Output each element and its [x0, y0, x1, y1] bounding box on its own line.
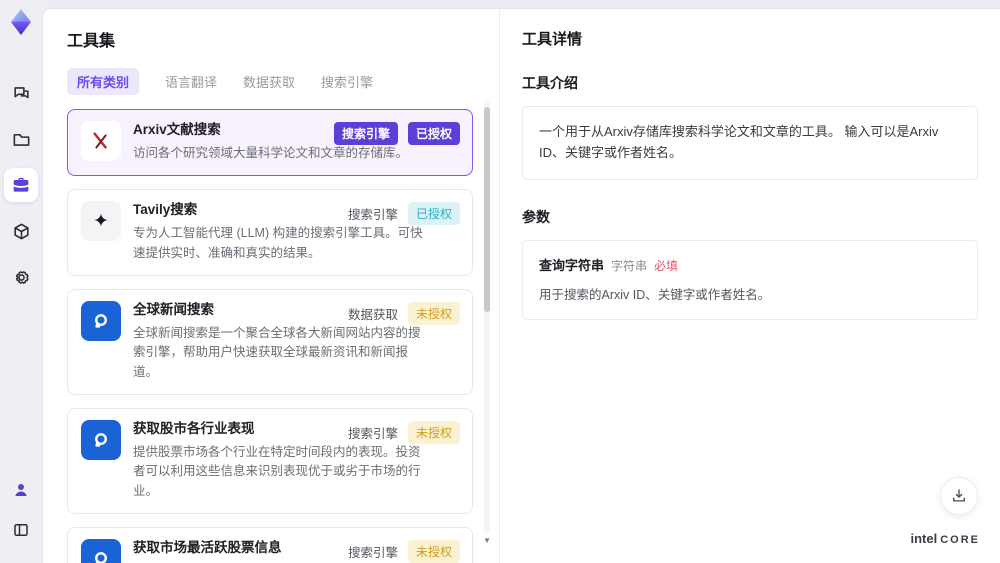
app-logo-icon [7, 8, 35, 36]
scroll-down-arrow-icon[interactable]: ▼ [483, 536, 491, 545]
collapse-sidebar-button[interactable] [4, 513, 38, 547]
auth-status-badge: 已授权 [407, 202, 460, 226]
active-stocks-logo-icon [81, 538, 121, 563]
tool-desc: 全球新闻搜索是一个聚合全球各大新闻网站内容的搜索引擎，帮助用户快速获取全球最新资… [133, 325, 421, 379]
category-label: 搜索引擎 [347, 426, 398, 441]
page-title: 工具集 [67, 33, 116, 50]
news-search-logo-icon [81, 300, 121, 341]
params-heading: 参数 [522, 208, 550, 225]
scrollbar-thumb[interactable] [484, 107, 490, 312]
param-name: 查询字符串 [539, 257, 605, 273]
category-label: 搜索引擎 [347, 208, 398, 223]
intro-heading: 工具介绍 [522, 75, 578, 91]
brand-intel: intel [910, 531, 938, 546]
toolset-panel: 工具集 所有类别 语言翻译 数据获取 搜索引擎 Arxiv文献搜索 访问各个研究… [43, 9, 499, 563]
tool-card-arxiv[interactable]: Arxiv文献搜索 访问各个研究领域大量科学论文和文章的存储库。 搜索引擎 已授… [67, 109, 473, 177]
tool-card-active-stocks[interactable]: 获取市场最活跃股票信息 提供当天交易量最高的股票列表，投资者可以利用这些信息来识… [67, 526, 473, 563]
tool-desc: 访问各个研究领域大量科学论文和文章的存储库。 [133, 145, 409, 160]
folder-icon [12, 130, 31, 149]
sidebar-item-toolset[interactable] [4, 168, 38, 202]
auth-status-badge: 未授权 [407, 539, 460, 563]
param-desc: 用于搜索的Arxiv ID、关键字或作者姓名。 [539, 287, 771, 302]
tab-all-categories[interactable]: 所有类别 [67, 68, 140, 95]
content-shell: 工具集 所有类别 语言翻译 数据获取 搜索引擎 Arxiv文献搜索 访问各个研究… [42, 8, 1000, 563]
gear-icon [12, 268, 31, 287]
tab-search-engine[interactable]: 搜索引擎 [321, 72, 373, 91]
tool-desc: 提供股票市场各个行业在特定时间段内的表现。投资者可以利用这些信息来识别表现优于或… [133, 444, 421, 498]
sidebar-item-packages[interactable] [4, 214, 38, 248]
tool-card-tavily[interactable]: ✦ Tavily搜索 专为人工智能代理 (LLM) 构建的搜索引擎工具。可快速提… [67, 189, 473, 276]
avatar-icon [12, 481, 30, 499]
account-button[interactable] [4, 473, 38, 507]
tab-data-fetch[interactable]: 数据获取 [243, 72, 295, 91]
tool-desc: 专为人工智能代理 (LLM) 构建的搜索引擎工具。可快速提供实时、准确和真实的结… [133, 226, 423, 260]
panel-layout-icon [12, 521, 30, 539]
download-icon [950, 487, 968, 505]
category-badge: 搜索引擎 [333, 122, 398, 145]
tavily-star-icon: ✦ [81, 201, 121, 242]
intro-text-box: 一个用于从Arxiv存储库搜索科学论文和文章的工具。 输入可以是Arxiv ID… [522, 106, 978, 180]
stock-sector-logo-icon [81, 419, 121, 460]
category-label: 搜索引擎 [347, 545, 398, 560]
tool-detail-panel: 工具详情 工具介绍 一个用于从Arxiv存储库搜索科学论文和文章的工具。 输入可… [500, 9, 1000, 563]
sidebar-item-chat[interactable] [4, 76, 38, 110]
tool-card-global-news[interactable]: 全球新闻搜索 全球新闻搜索是一个聚合全球各大新闻网站内容的搜索引擎，帮助用户快速… [67, 288, 473, 395]
tool-list: Arxiv文献搜索 访问各个研究领域大量科学论文和文章的存储库。 搜索引擎 已授… [67, 109, 473, 563]
auth-status-badge: 未授权 [407, 301, 460, 325]
category-label: 数据获取 [347, 307, 398, 322]
category-tabs: 所有类别 语言翻译 数据获取 搜索引擎 [67, 68, 473, 95]
brand-core: CORE [940, 534, 980, 546]
download-button[interactable] [940, 477, 978, 515]
detail-title: 工具详情 [522, 31, 583, 48]
arxiv-logo-icon [81, 121, 121, 161]
sidebar-item-settings[interactable] [4, 260, 38, 294]
left-rail [0, 0, 42, 563]
briefcase-icon [11, 175, 31, 195]
auth-status-badge: 已授权 [407, 122, 460, 145]
auth-status-badge: 未授权 [407, 420, 460, 444]
param-required-flag: 必填 [654, 258, 679, 273]
sidebar-item-files[interactable] [4, 122, 38, 156]
param-type: 字符串 [611, 258, 648, 273]
param-card: 查询字符串 字符串 必填 用于搜索的Arxiv ID、关键字或作者姓名。 [522, 239, 978, 320]
intel-core-logo: intel CORE [910, 531, 980, 547]
cube-icon [12, 222, 31, 241]
tool-card-sector-performance[interactable]: 获取股市各行业表现 提供股票市场各个行业在特定时间段内的表现。投资者可以利用这些… [67, 407, 473, 514]
chat-icon [12, 84, 31, 103]
list-scrollbar[interactable] [484, 101, 490, 533]
tab-language-translation[interactable]: 语言翻译 [165, 72, 217, 91]
